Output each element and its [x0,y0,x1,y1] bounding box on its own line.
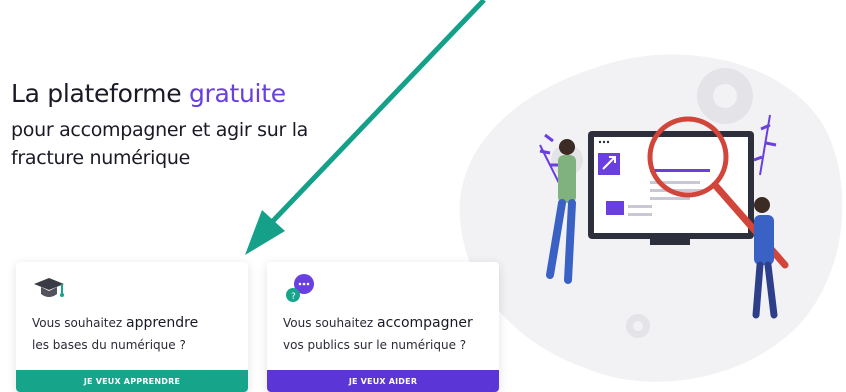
svg-text:?: ? [291,292,296,302]
hero-subline: pour accompagner et agir sur la fracture… [11,119,309,169]
learn-card-line1: Vous souhaitez apprendre [32,312,198,334]
learn-button[interactable]: JE VEUX APPRENDRE [16,370,248,392]
headline-accent: gratuite [188,79,286,108]
help-line1-strong: accompagner [376,315,473,331]
chat-bubbles-icon: ? [286,274,314,302]
hero: La plateforme gratuite pour accompagner … [11,78,371,172]
help-card-text: Vous souhaitez accompagner vos publics s… [283,312,473,356]
help-button[interactable]: JE VEUX AIDER [267,370,499,392]
learn-card-text: Vous souhaitez apprendre les bases du nu… [32,312,198,356]
hero-headline: La plateforme gratuite [11,78,371,110]
learn-line1-prefix: Vous souhaitez [32,316,126,330]
learn-card-line2: les bases du numérique ? [32,338,186,352]
headline-prefix: La plateforme [11,79,189,108]
learn-line1-strong: apprendre [125,315,199,331]
help-card-line2: vos publics sur le numérique ? [283,338,467,352]
help-card: ? Vous souhaitez accompagner vos publics… [267,262,499,392]
hero-illustration [539,114,789,319]
help-line1-prefix: Vous souhaitez [283,316,377,330]
help-card-line1: Vous souhaitez accompagner [283,312,473,334]
graduation-cap-icon [34,278,64,297]
learn-card: Vous souhaitez apprendre les bases du nu… [16,262,248,392]
